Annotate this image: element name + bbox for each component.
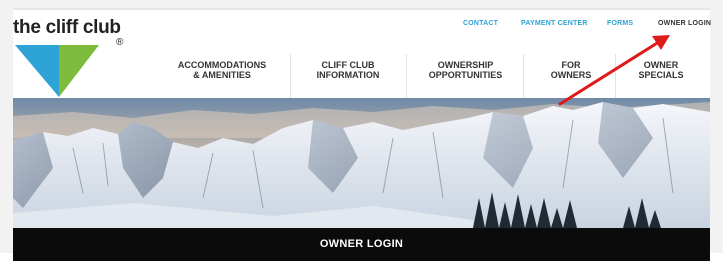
nav-cliff-club-information[interactable]: CLIFF CLUB INFORMATION [303, 60, 393, 80]
mountain-illustration [13, 98, 710, 228]
nav-owner-specials[interactable]: OWNER SPECIALS [626, 60, 696, 80]
nav-label-line1: OWNER [643, 60, 679, 70]
website-page: the cliff club ® CONTACT PAYMENT CENTER … [13, 8, 711, 261]
registered-mark: ® [116, 37, 124, 48]
cliff-club-logo[interactable]: the cliff club ® [13, 17, 138, 102]
nav-label-line1: CLIFF CLUB [321, 60, 375, 70]
contact-link[interactable]: CONTACT [463, 20, 498, 27]
owner-login-banner-title: OWNER LOGIN [319, 238, 404, 250]
nav-label-line1: FOR [561, 60, 581, 70]
nav-for-owners[interactable]: FOR OWNERS [540, 60, 602, 80]
nav-divider [523, 54, 524, 98]
nav-divider [290, 54, 291, 98]
nav-label-line2: OPPORTUNITIES [428, 70, 503, 80]
payment-center-link[interactable]: PAYMENT CENTER [521, 20, 588, 27]
nav-label-line1: ACCOMMODATIONS [177, 60, 267, 70]
nav-ownership-opportunities[interactable]: OWNERSHIP OPPORTUNITIES [418, 60, 513, 80]
nav-divider [615, 54, 616, 98]
nav-label-line1: OWNERSHIP [437, 60, 494, 70]
owner-login-banner: OWNER LOGIN [13, 228, 710, 261]
hero-mountain-image [13, 98, 710, 228]
top-border [13, 8, 710, 10]
forms-link[interactable]: FORMS [607, 20, 633, 27]
nav-label-line2: INFORMATION [316, 70, 380, 80]
owner-login-link[interactable]: OWNER LOGIN [658, 20, 711, 27]
nav-accommodations-amenities[interactable]: ACCOMMODATIONS & AMENITIES [177, 60, 267, 80]
nav-label-line2: OWNERS [550, 70, 592, 80]
logo-wordmark: the cliff club [13, 17, 121, 38]
nav-label-line2: & AMENITIES [193, 70, 251, 80]
logo-v-icon [15, 45, 99, 97]
nav-label-line2: SPECIALS [638, 70, 684, 80]
screenshot-frame: the cliff club ® CONTACT PAYMENT CENTER … [0, 0, 723, 261]
nav-divider [406, 54, 407, 98]
